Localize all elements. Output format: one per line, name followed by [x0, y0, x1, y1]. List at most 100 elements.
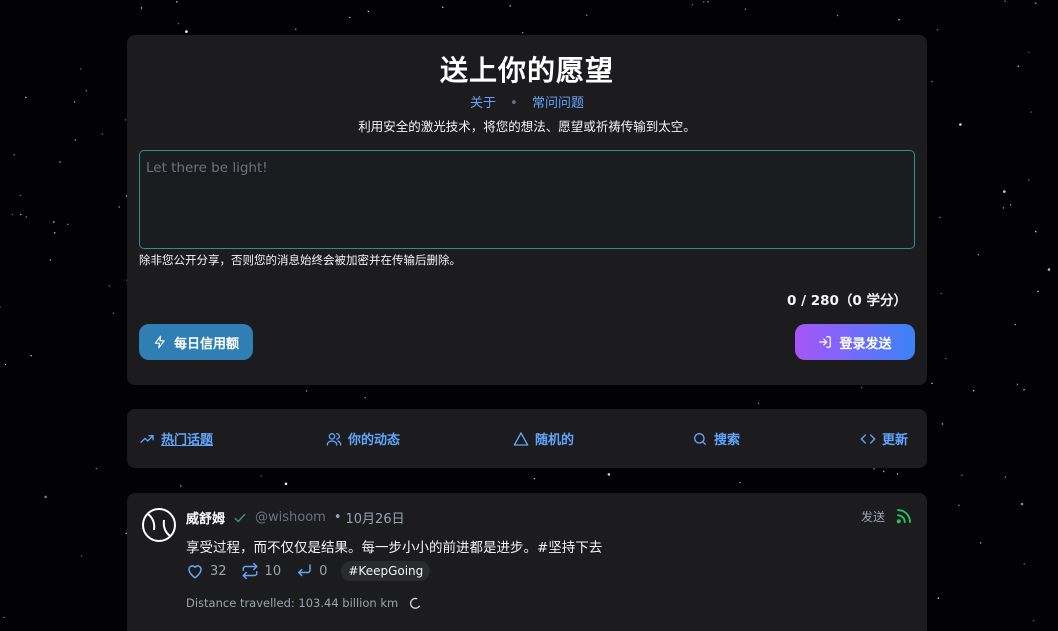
avatar[interactable] [141, 507, 177, 543]
star [284, 482, 288, 486]
star [1017, 65, 1019, 67]
star [59, 161, 61, 163]
reply-icon[interactable] [295, 562, 313, 580]
daily-credit-button[interactable]: 每日信用额 [139, 324, 253, 360]
star [176, 1, 178, 3]
tab-search[interactable]: 搜索 [692, 429, 740, 448]
star [85, 90, 88, 92]
code-icon [860, 431, 876, 447]
star [1037, 290, 1039, 293]
post-content: 享受过程，而不仅仅是结果。每一步小小的前进都是进步。#坚持下去 [186, 540, 603, 556]
search-icon [692, 431, 708, 447]
star [349, 16, 351, 19]
star [533, 478, 536, 480]
star [739, 481, 741, 484]
star [959, 123, 962, 126]
star [1009, 204, 1012, 206]
tab-your-feed-label: 你的动态 [348, 433, 401, 448]
star [3, 616, 5, 619]
about-link[interactable]: 关于 [470, 96, 496, 111]
star [364, 397, 366, 399]
star [11, 214, 13, 216]
faq-link[interactable]: 常问问题 [532, 96, 584, 111]
page-title: 送上你的愿望 [439, 54, 614, 87]
tab-random[interactable]: 随机的 [513, 429, 574, 448]
signal-icon [895, 507, 913, 525]
like-count: 32 [210, 563, 227, 579]
star [1020, 502, 1024, 506]
star [30, 355, 32, 357]
star [53, 221, 55, 223]
star [118, 206, 120, 208]
star [522, 32, 524, 34]
star [972, 390, 975, 392]
hashtag-badge[interactable]: #KeepGoing [341, 561, 431, 581]
moon-icon [408, 597, 421, 610]
star [95, 467, 98, 470]
star [295, 28, 297, 30]
daily-credit-label: 每日信用额 [173, 336, 239, 352]
star [607, 473, 611, 476]
repost-icon[interactable] [241, 562, 259, 580]
star [883, 470, 885, 473]
users-icon [326, 431, 342, 447]
star [931, 80, 933, 83]
star [861, 386, 863, 389]
login-send-label: 登录发送 [839, 336, 892, 352]
star [1003, 190, 1006, 193]
star [1047, 268, 1051, 271]
star [1023, 563, 1025, 565]
reply-count: 0 [319, 563, 328, 579]
login-send-button[interactable]: 登录发送 [795, 324, 915, 360]
star [1035, 231, 1037, 233]
star [945, 358, 947, 360]
trending-up-icon [139, 431, 155, 447]
star [79, 68, 82, 70]
star [1033, 620, 1035, 622]
star [140, 7, 143, 9]
star [937, 597, 939, 599]
author-name[interactable]: 威舒姆 [186, 508, 225, 527]
tab-random-label: 随机的 [535, 433, 575, 448]
compose-card: 送上你的愿望 关于 • 常问问题 利用安全的激光技术，将您的想法、愿望或祈祷传输… [127, 35, 927, 385]
verified-check-icon [233, 511, 247, 525]
post-date-prefix: • [333, 510, 342, 525]
star [19, 194, 22, 197]
star [180, 485, 182, 487]
tab-your-feed[interactable]: 你的动态 [326, 429, 400, 448]
star [101, 133, 104, 135]
star [44, 495, 47, 499]
post-actions: 32 10 0 #KeepGoing [186, 561, 431, 581]
star [940, 292, 942, 295]
star [0, 306, 1, 309]
star [442, 6, 444, 8]
star [74, 139, 77, 141]
star [1028, 179, 1030, 181]
star [108, 285, 110, 287]
tab-updates[interactable]: 更新 [860, 429, 908, 448]
star [1028, 51, 1030, 53]
star [25, 96, 27, 99]
repost-count: 10 [264, 563, 282, 579]
star [941, 423, 944, 425]
tab-trending[interactable]: 热门话题 [139, 429, 213, 448]
star [896, 473, 899, 475]
wish-input[interactable] [139, 150, 915, 249]
star [67, 223, 69, 226]
star [4, 363, 7, 366]
star [707, 1, 709, 3]
author-handle[interactable]: @wishoom [255, 510, 326, 525]
star [1016, 383, 1019, 386]
star [586, 14, 588, 16]
star [898, 19, 900, 21]
star [177, 22, 180, 25]
heart-icon[interactable] [186, 562, 204, 580]
lightning-icon [153, 335, 167, 349]
distance-travelled: Distance travelled: 103.44 billion km [186, 596, 421, 610]
star [112, 312, 115, 314]
star [13, 154, 15, 156]
star [1004, 476, 1006, 478]
star [691, 4, 694, 6]
star [260, 475, 262, 477]
star [367, 10, 369, 13]
